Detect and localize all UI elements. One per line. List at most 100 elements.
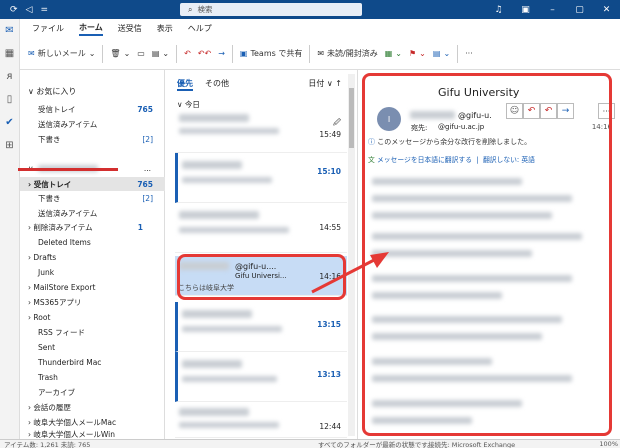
folder-deleted[interactable]: › 削除済みアイテム 1 bbox=[20, 220, 165, 234]
list-item[interactable]: 15:10 bbox=[175, 153, 347, 203]
folder-label: 受信トレイ bbox=[38, 104, 76, 114]
unread-count: 765 bbox=[137, 104, 153, 114]
message-time: 15:49 bbox=[319, 130, 341, 139]
list-item[interactable]: 13:15 bbox=[175, 302, 347, 352]
unread-read-label: 未読/開封済み bbox=[327, 49, 378, 58]
categorize-button[interactable]: ▦ ⌄ bbox=[385, 49, 402, 58]
folder-deleted-items[interactable]: Deleted Items bbox=[20, 235, 165, 249]
notes-icon[interactable]: ▯ bbox=[0, 88, 19, 111]
folder-label: Sent bbox=[38, 342, 56, 352]
reply-button[interactable]: ↶ bbox=[184, 49, 191, 58]
forward-button[interactable]: → bbox=[218, 49, 225, 58]
list-item[interactable]: 🖉 15:49 bbox=[175, 108, 347, 153]
folder-item[interactable]: アーカイブ bbox=[20, 385, 165, 399]
minimize-button[interactable]: – bbox=[539, 5, 566, 15]
unread-read-button[interactable]: ✉ 未読/開封済み bbox=[317, 48, 377, 59]
folder-sent[interactable]: 送信済みアイテム bbox=[20, 206, 165, 220]
move-button[interactable]: ▤ ⌄ bbox=[152, 49, 169, 58]
item-count-status: アイテム数: 1,261 未読: 765 bbox=[4, 441, 91, 448]
annotation-underline bbox=[18, 168, 118, 171]
tasks-icon[interactable]: ✔ bbox=[0, 111, 19, 134]
tab-other[interactable]: その他 bbox=[205, 78, 229, 89]
folder-item[interactable]: › MS365アプリ bbox=[20, 295, 165, 309]
blurred-content bbox=[179, 211, 259, 219]
folder-label: Drafts bbox=[33, 252, 57, 262]
chevron-right-icon: › bbox=[28, 429, 31, 439]
archive-button[interactable]: ▭ bbox=[137, 49, 145, 58]
tab-send-receive[interactable]: 送受信 bbox=[118, 23, 142, 34]
chevron-down-icon: ⌄ bbox=[88, 49, 96, 58]
divider bbox=[176, 44, 178, 63]
attachment-icon: 🖉 bbox=[333, 118, 341, 127]
folder-item[interactable]: › 会話の履歴 bbox=[20, 400, 165, 414]
more-icon[interactable]: ... bbox=[144, 164, 151, 173]
folder-item[interactable]: › Drafts bbox=[20, 250, 165, 264]
tab-focused[interactable]: 優先 bbox=[177, 78, 193, 91]
folder-item[interactable]: Junk bbox=[20, 265, 165, 279]
folder-label: 受信トレイ bbox=[33, 179, 72, 189]
folder-item[interactable]: › Root bbox=[20, 310, 165, 324]
folder-favorites-inbox[interactable]: 受信トレイ 765 bbox=[20, 102, 165, 116]
blurred-content bbox=[179, 114, 249, 122]
ribbon-tabs: ファイル ホーム 送受信 表示 ヘルプ bbox=[20, 19, 620, 38]
folder-label: Deleted Items bbox=[38, 237, 91, 247]
delete-button[interactable]: 🗑 ⌄ bbox=[110, 49, 130, 58]
chevron-down-icon: ⌄ bbox=[419, 49, 426, 58]
calendar-icon[interactable]: ▦ bbox=[0, 42, 19, 65]
blurred-content bbox=[179, 422, 279, 428]
more-commands-button[interactable]: ··· bbox=[465, 49, 473, 58]
rules-icon: ▤ bbox=[432, 49, 441, 58]
sort-button[interactable]: 日付 ∨ ↑ bbox=[308, 78, 342, 89]
coming-soon-icon[interactable]: ♫ bbox=[485, 5, 512, 15]
message-time: 13:13 bbox=[317, 370, 341, 379]
teams-share-button[interactable]: ▣ Teams で共有 bbox=[240, 48, 302, 59]
folder-item[interactable]: Trash bbox=[20, 370, 165, 384]
people-icon[interactable]: ᴙ bbox=[0, 65, 19, 88]
new-mail-button[interactable]: ✉ 新しいメール ⌄ bbox=[28, 48, 95, 59]
mail-icon[interactable]: ✉ bbox=[0, 19, 19, 42]
folder-favorites-sent[interactable]: 送信済みアイテム bbox=[20, 117, 165, 131]
folder-drafts[interactable]: 下書き [2] bbox=[20, 191, 165, 205]
favorites-header[interactable]: ∨ お気に入り bbox=[20, 84, 165, 98]
undo-icon[interactable]: ◁ bbox=[26, 5, 33, 15]
folder-item[interactable]: RSS フィード bbox=[20, 325, 165, 339]
list-item[interactable]: 13:13 bbox=[175, 352, 347, 402]
scrollbar-thumb[interactable] bbox=[349, 88, 354, 148]
flag-icon: ⚑ bbox=[409, 49, 417, 58]
blurred-content bbox=[182, 360, 242, 368]
envelope-open-icon: ✉ bbox=[317, 49, 325, 58]
maximize-button[interactable]: ▢ bbox=[566, 5, 593, 15]
divider bbox=[457, 44, 459, 63]
flag-button[interactable]: ⚑ ⌄ bbox=[409, 49, 426, 58]
chevron-right-icon: › bbox=[28, 402, 31, 412]
folder-inbox[interactable]: › 受信トレイ 765 bbox=[20, 177, 165, 191]
list-item[interactable]: 12:44 bbox=[175, 402, 347, 438]
folder-favorites-drafts[interactable]: 下書き [2] bbox=[20, 132, 165, 146]
customize-icon[interactable]: = bbox=[40, 5, 48, 15]
zoom-level[interactable]: 100% bbox=[599, 440, 618, 448]
folder-item[interactable]: Thunderbird Mac bbox=[20, 355, 165, 369]
search-placeholder: 検索 bbox=[197, 5, 213, 14]
message-list-scrollbar[interactable] bbox=[348, 74, 355, 436]
sync-icon[interactable]: ⟳ bbox=[10, 5, 18, 15]
reply-icon: ↶ bbox=[184, 49, 191, 58]
tab-home[interactable]: ホーム bbox=[79, 22, 103, 36]
rules-button[interactable]: ▤ ⌄ bbox=[433, 49, 450, 58]
folder-label: MS365アプリ bbox=[33, 297, 82, 307]
close-button[interactable]: ✕ bbox=[593, 5, 620, 15]
apps-icon[interactable]: ⊞ bbox=[0, 134, 19, 157]
folder-label: Junk bbox=[38, 267, 55, 277]
ribbon-display-icon[interactable]: ▣ bbox=[512, 5, 539, 15]
search-box[interactable]: ⌕ 検索 bbox=[180, 3, 362, 16]
list-item[interactable]: 14:55 bbox=[175, 203, 347, 253]
folder-label: MailStore Export bbox=[33, 282, 96, 292]
tab-help[interactable]: ヘルプ bbox=[188, 23, 212, 34]
chevron-right-icon: › bbox=[28, 312, 31, 322]
tab-view[interactable]: 表示 bbox=[157, 23, 173, 34]
folder-item[interactable]: › MailStore Export bbox=[20, 280, 165, 294]
message-time: 13:15 bbox=[317, 320, 341, 329]
tab-file[interactable]: ファイル bbox=[32, 23, 64, 34]
reply-all-button[interactable]: ↶↶ bbox=[198, 49, 211, 58]
categorize-icon: ▦ bbox=[384, 49, 393, 58]
folder-item[interactable]: Sent bbox=[20, 340, 165, 354]
